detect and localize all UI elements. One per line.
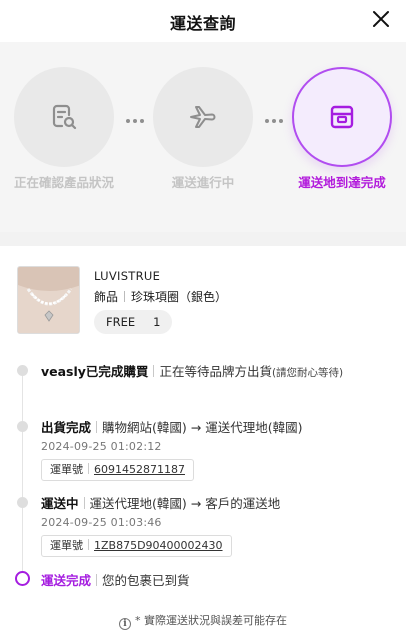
step-arrived-circle [292, 67, 392, 167]
waybill-number-link[interactable]: 1ZB875D90400002430 [94, 539, 223, 552]
timeline-time: 2024-09-25 01:02:12 [41, 440, 162, 453]
package-box-icon [330, 105, 354, 129]
shipping-timeline: veasly已完成購買 正在等待品牌方出貨(請您耐心等待) 出貨完成 購物網站(韓國… [0, 346, 406, 596]
close-icon [373, 11, 389, 27]
waybill-number-button[interactable]: 運單號 1ZB875D90400002430 [41, 535, 232, 557]
timeline-dot [17, 497, 28, 508]
product-card: LUVISTRUE 飾品 珍珠項圈（銀色） FREE 1 [0, 246, 406, 346]
shipping-progress-steps: 正在確認產品狀況 運送進行中 運送地到達完成 [0, 42, 406, 232]
timeline-item-in-transit: 運送中 運送代理地(韓國) → 客戶的運送地 [41, 496, 281, 511]
step-connector-dots [265, 115, 286, 126]
document-search-icon [52, 104, 77, 130]
timeline-item-shipped: 出貨完成 購物網站(韓國) → 運送代理地(韓國) [41, 420, 303, 435]
waybill-number-button[interactable]: 運單號 6091452871187 [41, 459, 194, 481]
step-checking-circle [14, 67, 114, 167]
step-connector-dots [126, 115, 147, 126]
timeline-line [22, 374, 23, 574]
product-description: 飾品 珍珠項圈（銀色） [94, 288, 227, 305]
waybill-number-link[interactable]: 6091452871187 [94, 463, 185, 476]
info-icon: i [119, 618, 131, 630]
timeline-item-purchased: veasly已完成購買 正在等待品牌方出貨(請您耐心等待) [41, 364, 344, 379]
page-title: 運送查詢 [169, 14, 236, 33]
product-name: 珍珠項圈（銀色） [131, 290, 228, 304]
product-category: 飾品 [94, 290, 119, 304]
timeline-dot [17, 421, 28, 432]
timeline-dot-active [15, 571, 30, 586]
section-divider [0, 232, 406, 246]
header: 運送查詢 [0, 0, 406, 42]
step-label-arrived: 運送地到達完成 [298, 175, 386, 190]
step-in-transit-circle [153, 67, 253, 167]
product-option-chip: FREE 1 [94, 310, 173, 334]
timeline-item-delivered: 運送完成 您的包裹已到貨 [41, 573, 190, 588]
disclaimer-note: i * 實際運送狀況與誤差可能存在 [0, 612, 406, 630]
timeline-time: 2024-09-25 01:03:46 [41, 516, 162, 529]
product-brand: LUVISTRUE [94, 269, 161, 283]
option-quantity: 1 [153, 315, 161, 329]
product-thumbnail [17, 266, 80, 334]
airplane-icon [190, 106, 216, 128]
close-button[interactable] [370, 8, 392, 30]
step-label-checking: 正在確認產品狀況 [13, 175, 114, 190]
option-size: FREE [106, 315, 136, 329]
timeline-dot [17, 365, 28, 376]
step-label-in-transit: 運送進行中 [171, 175, 235, 190]
